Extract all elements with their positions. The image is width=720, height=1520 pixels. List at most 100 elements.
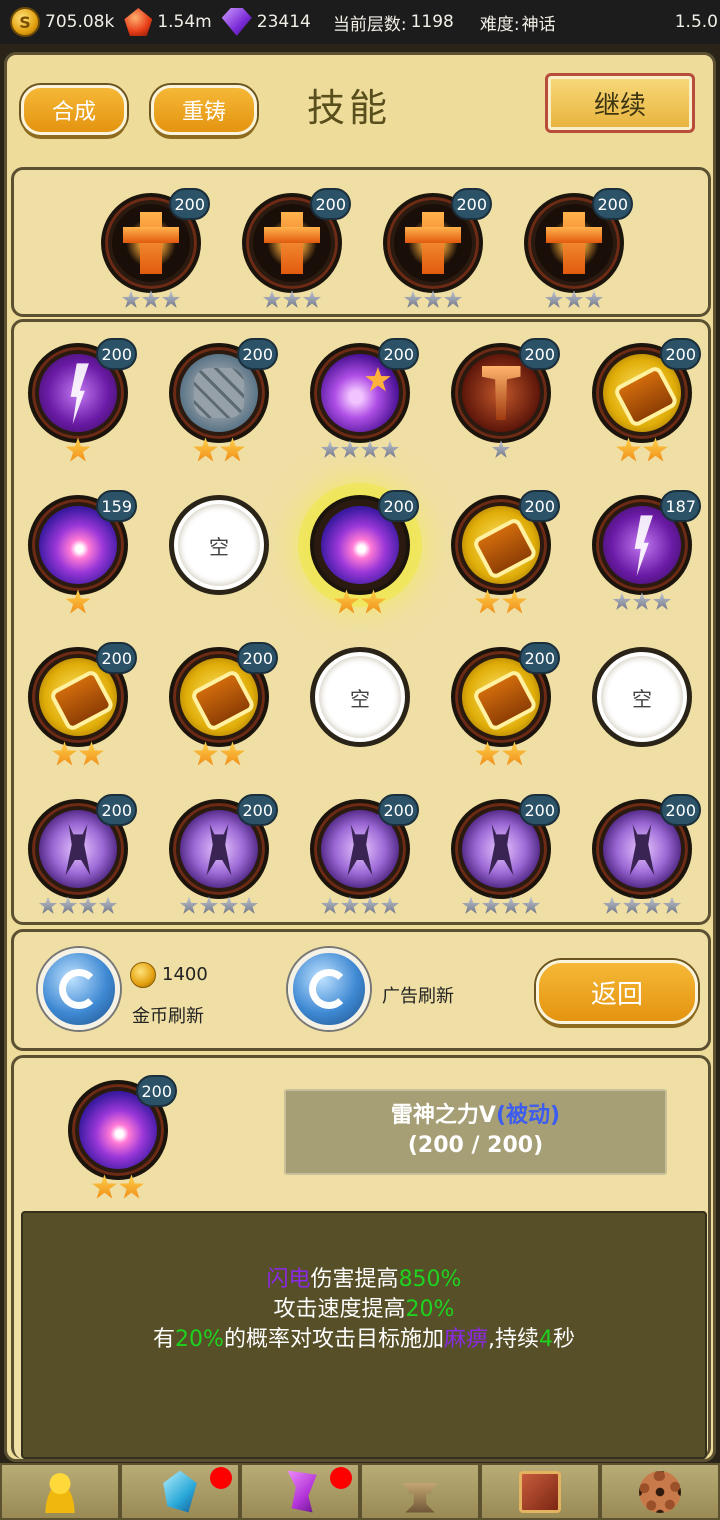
star-icon (193, 741, 218, 766)
ruby-amount: 1.54m (157, 12, 212, 32)
merge-button[interactable]: 合成 (21, 85, 127, 135)
star-icon (501, 896, 521, 914)
empty-skill-slot[interactable]: 空 (166, 492, 272, 598)
star-icon (475, 741, 500, 766)
nav-tab-gear[interactable] (600, 1463, 720, 1520)
skill-level-badge: 200 (237, 338, 278, 370)
gem-amount: 23414 (256, 12, 311, 32)
nav-tab-rune[interactable] (240, 1463, 360, 1520)
skill-type: (被动) (495, 1103, 561, 1128)
star-icon (612, 592, 632, 610)
star-icon (622, 896, 642, 914)
skill-slot[interactable]: 200 (98, 188, 210, 308)
star-icon (662, 896, 682, 914)
star-rating (98, 290, 204, 309)
ad-refresh-button[interactable] (288, 948, 370, 1030)
star-icon (616, 437, 641, 462)
nav-tab-anvil[interactable] (360, 1463, 480, 1520)
skill-slot[interactable]: 200 (166, 642, 278, 766)
gold-coin-icon: S (10, 7, 40, 37)
skill-slot[interactable]: 200 (307, 490, 419, 614)
book-icon (519, 1470, 561, 1513)
skill-slot[interactable]: 200 (239, 188, 351, 308)
desc-text: 伤害提高 (310, 1267, 399, 1292)
skill-slot[interactable]: 200 (307, 794, 419, 914)
refresh-section: 1400 金币刷新 广告刷新 返回 (11, 929, 711, 1051)
skill-level-badge: 200 (310, 188, 351, 220)
skill-slot[interactable]: 200 (166, 794, 278, 914)
person-icon (39, 1470, 81, 1513)
desc-text: 有 (153, 1327, 176, 1352)
skill-info-box: 雷神之力V(被动) (200 / 200) (284, 1089, 667, 1175)
skill-orb: 空 (169, 495, 269, 595)
star-rating (380, 290, 486, 309)
star-icon (334, 589, 359, 614)
gold-refresh-button[interactable] (38, 948, 120, 1030)
skill-level-badge: 200 (378, 338, 419, 370)
skill-level-badge: 200 (169, 188, 210, 220)
empty-skill-slot[interactable]: 空 (589, 644, 695, 750)
desc-value: 4 (538, 1327, 553, 1352)
refresh-icon (309, 969, 349, 1009)
skill-slot[interactable]: 187 (589, 490, 701, 610)
nav-tab-person[interactable] (0, 1463, 120, 1520)
skill-level-badge: 200 (592, 188, 633, 220)
star-icon (179, 896, 199, 914)
skill-level-badge: 200 (237, 794, 278, 826)
version-text: 1.5.0 (674, 12, 718, 32)
star-icon (92, 1174, 117, 1199)
star-icon (564, 290, 584, 308)
ruby-icon (124, 8, 153, 36)
skill-slot[interactable]: 200 (589, 338, 701, 462)
star-rating (25, 589, 131, 615)
nav-tab-book[interactable] (480, 1463, 600, 1520)
skill-slot[interactable]: 159 (25, 490, 137, 614)
skill-slot[interactable]: 200 (25, 794, 137, 914)
floor-label: 当前层数: (332, 14, 407, 35)
star-rating (65, 1174, 171, 1200)
star-icon (602, 896, 622, 914)
purple-gem-icon (221, 8, 252, 36)
star-icon (643, 437, 668, 462)
skill-level-badge: 200 (96, 794, 137, 826)
skill-orb: 空 (310, 647, 410, 747)
skill-slot[interactable]: 200 (448, 794, 560, 914)
star-icon (502, 589, 527, 614)
star-icon (320, 440, 340, 458)
star-icon (52, 741, 77, 766)
empty-skill-slot[interactable]: 空 (307, 644, 413, 750)
gold-resource: S 705.08k (10, 7, 114, 37)
star-rating (166, 437, 272, 463)
skill-slot[interactable]: 200 (448, 642, 560, 766)
star-icon (193, 437, 218, 462)
skill-slot[interactable]: 200 (589, 794, 701, 914)
skill-slot[interactable]: 200 (448, 338, 560, 458)
desc-text: 的概率对攻击目标施加 (223, 1327, 444, 1352)
skill-slot[interactable]: 200 (25, 338, 137, 462)
star-icon (282, 290, 302, 308)
empty-slot-label: 空 (632, 686, 652, 711)
star-icon (423, 290, 443, 308)
star-icon (58, 896, 78, 914)
back-button[interactable]: 返回 (536, 960, 698, 1024)
skill-slot[interactable]: 200 (448, 490, 560, 614)
description-line-2: 攻击速度提高20% (23, 1295, 705, 1325)
recast-button[interactable]: 重铸 (151, 85, 257, 135)
nav-tab-crystal[interactable] (120, 1463, 240, 1520)
skill-slot[interactable]: 200 (380, 188, 492, 308)
skill-level-badge: 187 (660, 490, 701, 522)
star-icon (219, 896, 239, 914)
star-icon (380, 440, 400, 458)
continue-button[interactable]: 继续 (545, 73, 695, 133)
skill-slot[interactable]: 200 (166, 338, 278, 462)
star-rating (521, 290, 627, 309)
skill-slot[interactable]: 200 (25, 642, 137, 766)
skill-slot[interactable]: 200 (521, 188, 633, 308)
star-icon (632, 592, 652, 610)
skill-level-badge: 200 (519, 490, 560, 522)
skill-slot[interactable]: 200 (307, 338, 419, 458)
gear-icon (639, 1470, 681, 1513)
ruby-resource: 1.54m (124, 8, 212, 36)
star-icon (220, 741, 245, 766)
rune-icon (287, 1470, 317, 1513)
